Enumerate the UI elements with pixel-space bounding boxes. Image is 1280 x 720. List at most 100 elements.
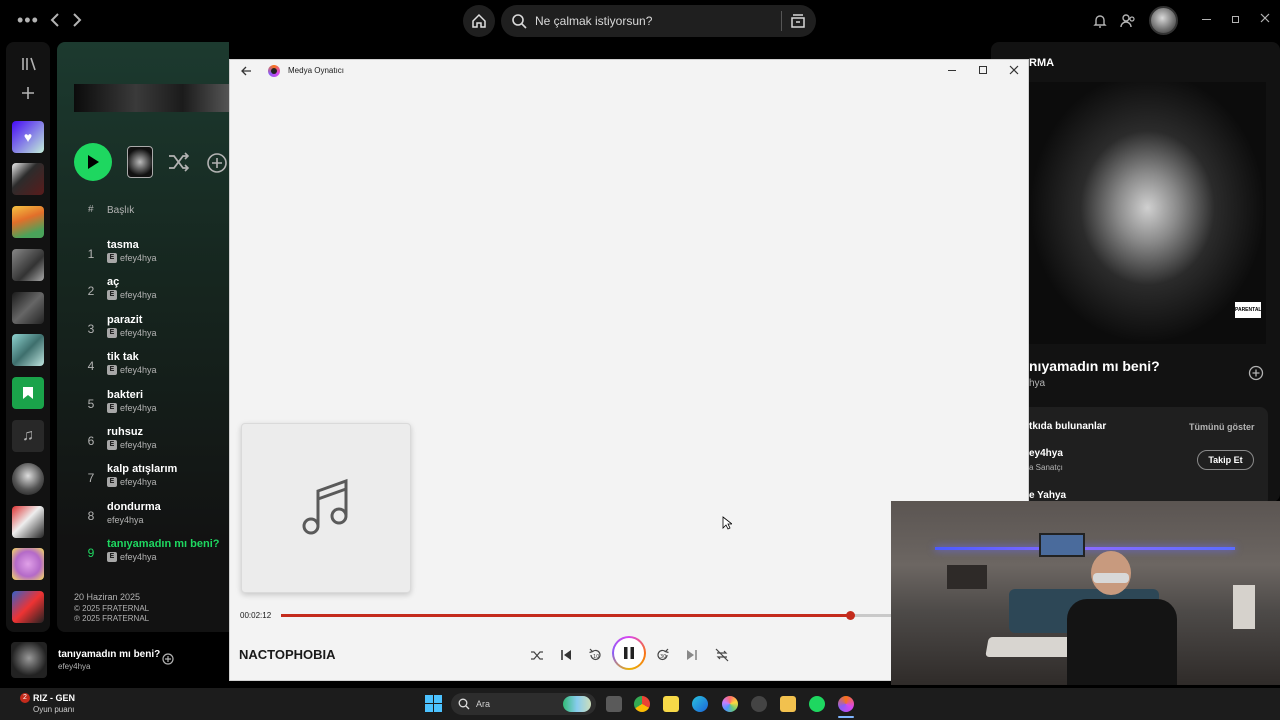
panel-song-artist[interactable]: hya (1029, 378, 1045, 389)
track-row[interactable]: 5 bakteri Eefey4hya (82, 389, 222, 425)
now-playing-cover[interactable] (11, 642, 47, 678)
track-artist[interactable]: efey4hya (107, 515, 144, 525)
saved-episodes[interactable] (12, 377, 44, 409)
media-player-icon[interactable] (838, 696, 854, 712)
follow-button[interactable]: Takip Et (1197, 450, 1254, 470)
rewind-10-icon[interactable]: 10 (583, 644, 607, 666)
app-icon[interactable] (751, 696, 767, 712)
seek-handle[interactable] (846, 611, 856, 620)
back-icon[interactable] (240, 65, 252, 77)
edge-icon[interactable] (692, 696, 708, 712)
artist-thumb[interactable] (12, 463, 44, 495)
track-row[interactable]: 3 parazit Eefey4hya (82, 314, 222, 350)
track-artist[interactable]: efey4hya (120, 403, 157, 413)
taskbar-search-placeholder: Ara (476, 699, 491, 709)
track-row[interactable]: 7 kalp atışlarım Eefey4hya (82, 463, 222, 499)
add-to-library-icon[interactable] (206, 152, 228, 174)
playlist-thumb[interactable] (12, 591, 44, 623)
forward-arrow-icon[interactable] (72, 13, 82, 27)
liked-songs-playlist[interactable]: ♥ (12, 121, 44, 153)
track-row[interactable]: 2 aç Eefey4hya (82, 276, 222, 312)
windows-start-icon[interactable] (425, 695, 442, 712)
add-circle-icon[interactable] (1248, 365, 1264, 381)
playlist-thumb[interactable] (12, 249, 44, 281)
next-track-icon[interactable] (680, 644, 704, 666)
track-artist[interactable]: efey4hya (120, 328, 157, 338)
track-title[interactable]: aç (107, 276, 119, 288)
plus-icon[interactable] (21, 86, 35, 100)
playlist-thumb[interactable] (12, 506, 44, 538)
shuffle-icon[interactable] (525, 644, 549, 666)
search-input[interactable]: Ne çalmak istiyorsun? (501, 5, 816, 37)
repeat-off-icon[interactable] (710, 644, 734, 666)
track-row[interactable]: 1 tasma Eefey4hya (82, 239, 222, 275)
track-title[interactable]: ruhsuz (107, 426, 143, 438)
browse-icon[interactable] (790, 13, 806, 29)
track-row[interactable]: 9 tanıyamadın mı beni? Eefey4hya (82, 538, 222, 574)
user-avatar[interactable] (1149, 6, 1178, 35)
pause-button[interactable] (612, 636, 646, 670)
app-title: Medya Oynatıcı (288, 66, 345, 75)
window-maximize-icon[interactable] (979, 66, 987, 74)
panel-song-title[interactable]: nıyamadın mı beni? (1029, 358, 1160, 374)
now-playing-artist[interactable]: efey4hya (58, 662, 90, 671)
track-row[interactable]: 6 ruhsuz Eefey4hya (82, 426, 222, 462)
playlist-thumb[interactable] (12, 548, 44, 580)
forward-30-icon[interactable]: 30 (651, 644, 675, 666)
playlist-thumb[interactable] (12, 206, 44, 238)
show-all-link[interactable]: Tümünü göster (1189, 422, 1255, 432)
track-title[interactable]: tanıyamadın mı beni? (107, 538, 219, 550)
seek-bar[interactable] (281, 611, 893, 620)
local-files[interactable]: ♫ (12, 420, 44, 452)
add-to-playlist-icon[interactable] (162, 653, 174, 665)
track-artist[interactable]: efey4hya (120, 440, 157, 450)
track-title[interactable]: bakteri (107, 389, 143, 401)
track-title[interactable]: parazit (107, 314, 142, 326)
more-menu-icon[interactable]: ••• (17, 10, 39, 31)
now-playing-title[interactable]: tanıyamadın mı beni? (58, 649, 160, 660)
track-artist[interactable]: efey4hya (120, 552, 157, 562)
track-title[interactable]: tasma (107, 239, 139, 251)
playlist-thumb[interactable] (12, 334, 44, 366)
credit-artist-2[interactable]: e Yahya (1029, 490, 1066, 501)
pause-icon (624, 647, 634, 659)
bell-icon[interactable] (1093, 13, 1107, 29)
webcam-overlay (891, 501, 1280, 685)
sticky-notes-icon[interactable] (663, 696, 679, 712)
track-title[interactable]: tik tak (107, 351, 139, 363)
track-number: 1 (87, 247, 95, 261)
file-explorer-icon[interactable] (780, 696, 796, 712)
album-cover-small[interactable] (127, 146, 153, 178)
chrome-icon[interactable] (634, 696, 650, 712)
game-title[interactable]: RIZ - GEN (33, 693, 75, 703)
play-button[interactable] (74, 143, 112, 181)
track-title[interactable]: kalp atışlarım (107, 463, 177, 475)
close-icon[interactable] (1260, 13, 1270, 23)
track-artist[interactable]: efey4hya (120, 477, 157, 487)
friends-icon[interactable] (1120, 13, 1136, 29)
taskbar-search[interactable]: Ara (451, 693, 596, 715)
shuffle-icon[interactable] (168, 152, 190, 172)
playlist-thumb[interactable] (12, 163, 44, 195)
track-row[interactable]: 8 dondurma efey4hya (82, 501, 222, 537)
previous-track-icon[interactable] (554, 644, 578, 666)
spotify-icon[interactable] (809, 696, 825, 712)
home-button[interactable] (463, 5, 495, 37)
window-close-icon[interactable] (1009, 65, 1019, 75)
task-view-icon[interactable] (606, 696, 622, 712)
library-icon[interactable] (21, 56, 37, 72)
sunglasses (1093, 573, 1129, 583)
track-artist[interactable]: efey4hya (120, 253, 157, 263)
track-artist[interactable]: efey4hya (120, 365, 157, 375)
playlist-thumb[interactable] (12, 292, 44, 324)
copilot-icon[interactable] (722, 696, 738, 712)
track-row[interactable]: 4 tik tak Eefey4hya (82, 351, 222, 387)
track-artist[interactable]: efey4hya (120, 290, 157, 300)
minimize-icon[interactable] (1202, 19, 1211, 20)
back-arrow-icon[interactable] (50, 13, 60, 27)
maximize-icon[interactable] (1232, 16, 1239, 23)
track-title[interactable]: dondurma (107, 501, 161, 513)
window-minimize-icon[interactable] (948, 70, 956, 71)
panel-header: RMA (1029, 57, 1055, 69)
credit-artist-1[interactable]: ey4hya (1029, 448, 1063, 459)
